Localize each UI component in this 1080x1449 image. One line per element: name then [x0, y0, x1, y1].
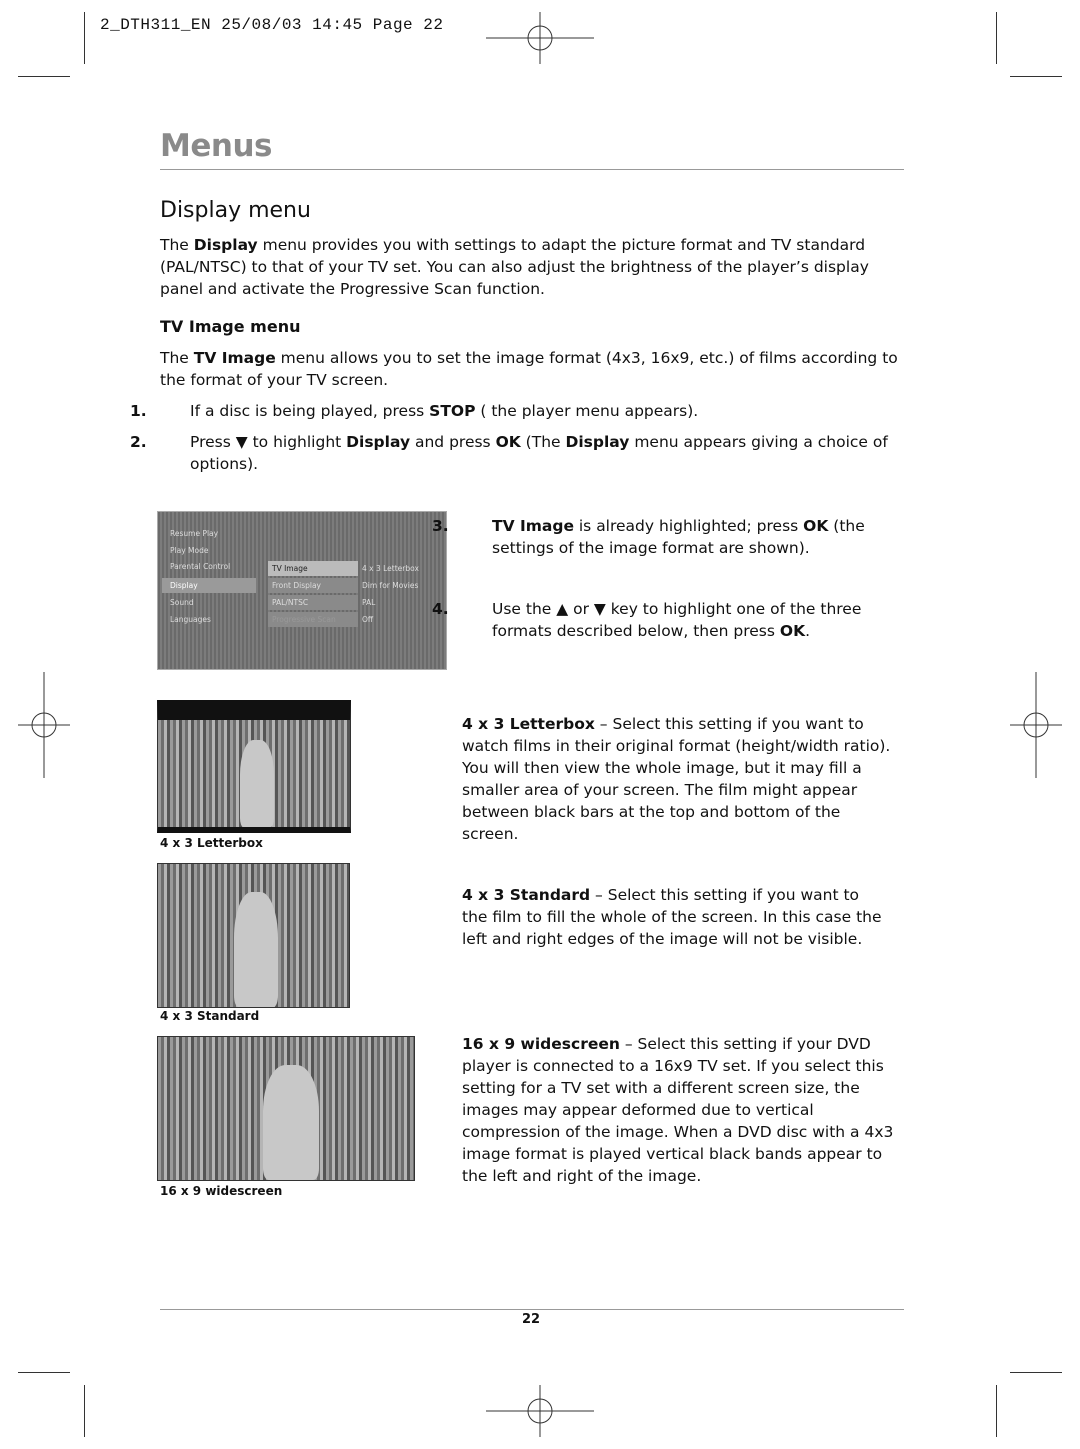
registration-mark-icon: [486, 1385, 594, 1437]
down-arrow-icon: ▼: [235, 433, 248, 451]
manual-page: 2_DTH311_EN 25/08/03 14:45 Page 22 Menus…: [0, 0, 1080, 1449]
standard-photo: [157, 863, 350, 1008]
display-menu-intro: The Display menu provides you with setti…: [160, 236, 869, 298]
caption-letterbox: 4 x 3 Letterbox: [160, 836, 263, 850]
step-4: 4. Use the ▲ or ▼ key to highlight one of…: [432, 600, 862, 640]
crop-mark: [84, 12, 85, 64]
format-standard-desc: 4 x 3 Standard – Select this setting if …: [462, 886, 882, 948]
crop-mark: [996, 12, 997, 64]
registration-mark-icon: [18, 672, 70, 778]
crop-mark: [1010, 76, 1062, 77]
divider: [160, 169, 904, 170]
page-number: 22: [521, 1312, 541, 1327]
caption-standard: 4 x 3 Standard: [160, 1009, 260, 1023]
display-menu-heading: Display menu: [160, 198, 311, 223]
crop-mark: [1010, 1372, 1062, 1373]
crop-mark: [18, 76, 70, 77]
display-menu-screenshot: Resume Play Play Mode Parental Control D…: [157, 511, 447, 670]
print-slug: 2_DTH311_EN 25/08/03 14:45 Page 22: [100, 16, 444, 34]
widescreen-photo: [157, 1036, 415, 1181]
tv-image-heading: TV Image menu: [160, 317, 301, 336]
down-arrow-icon: ▼: [593, 600, 606, 618]
crop-mark: [18, 1372, 70, 1373]
step-2: 2. Press ▼ to highlight Display and press…: [130, 433, 888, 473]
step-1: 1. If a disc is being played, press STOP …: [130, 402, 699, 420]
up-arrow-icon: ▲: [556, 600, 569, 618]
letterbox-photo: [157, 700, 351, 833]
registration-mark-icon: [1010, 672, 1062, 778]
crop-mark: [996, 1385, 997, 1437]
footer-divider: [160, 1309, 904, 1310]
tv-image-intro: The TV Image menu allows you to set the …: [160, 349, 898, 389]
format-letterbox-desc: 4 x 3 Letterbox – Select this setting if…: [462, 715, 891, 843]
caption-widescreen: 16 x 9 widescreen: [160, 1184, 283, 1198]
registration-mark-icon: [486, 12, 594, 64]
step-3: 3. TV Image is already highlighted; press…: [432, 517, 865, 557]
format-widescreen-desc: 16 x 9 widescreen – Select this setting …: [462, 1035, 894, 1185]
section-title: Menus: [160, 128, 272, 164]
crop-mark: [84, 1385, 85, 1437]
